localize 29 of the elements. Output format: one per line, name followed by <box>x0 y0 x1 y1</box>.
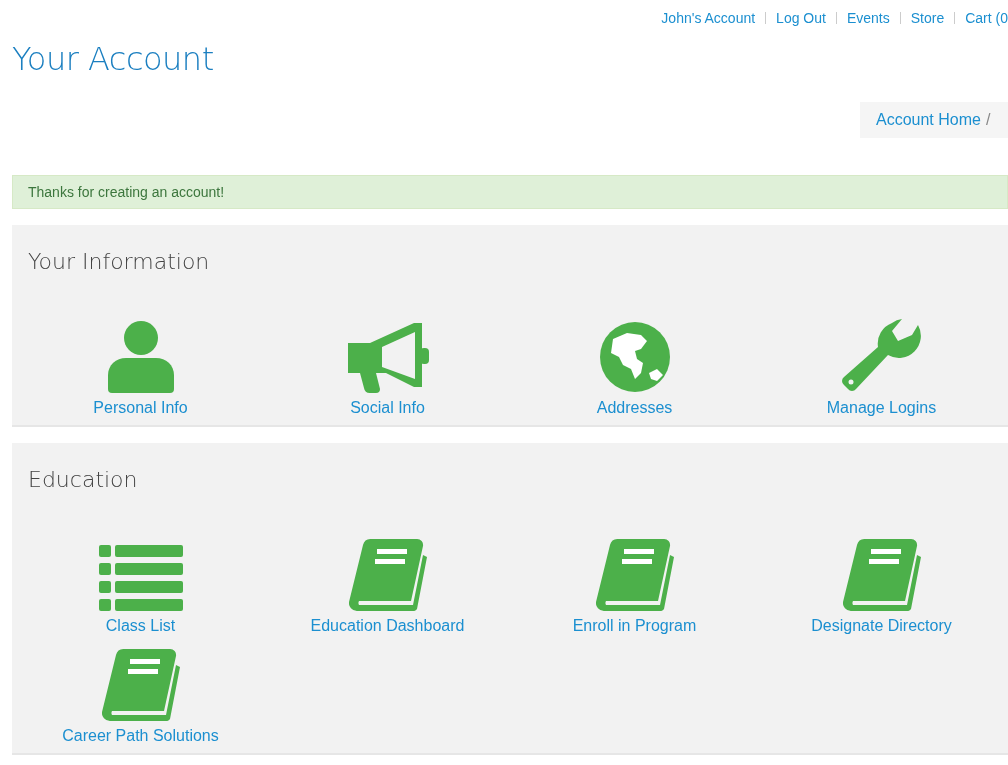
success-alert: Thanks for creating an account! <box>12 175 1008 209</box>
wrench-icon <box>841 317 922 393</box>
account-tile-link[interactable]: Education Dashboard <box>264 525 511 635</box>
person-icon <box>107 321 174 393</box>
account-tile-link[interactable]: Manage Logins <box>758 307 1005 417</box>
megaphone-icon <box>345 321 430 393</box>
account-tile-link[interactable]: Enroll in Program <box>511 525 758 635</box>
globe-icon <box>598 321 671 393</box>
top-nav-link[interactable]: Log Out <box>776 10 826 26</box>
top-nav-link[interactable]: Events <box>846 10 890 26</box>
account-tile-link[interactable]: Social Info <box>264 307 511 417</box>
account-tile-link[interactable]: Designate Directory <box>758 525 1005 635</box>
breadcrumb-link[interactable]: Account Home <box>876 111 981 129</box>
top-nav-link[interactable]: Cart (0 <box>965 10 1008 26</box>
account-tile-link[interactable]: Class List <box>17 525 264 635</box>
account-tile-link[interactable]: Personal Info <box>17 307 264 417</box>
page-title: Your Account <box>12 39 215 80</box>
section-heading: Your Information <box>28 248 211 276</box>
breadcrumb-separator: / <box>985 111 991 129</box>
book-icon <box>595 539 674 611</box>
top-nav-link[interactable]: Store <box>910 10 945 26</box>
account-tile-link[interactable]: Addresses <box>511 307 758 417</box>
book-icon <box>348 539 427 611</box>
book-icon <box>101 649 180 721</box>
list-icon <box>98 545 183 611</box>
section-heading: Education <box>28 466 139 494</box>
book-icon <box>842 539 921 611</box>
top-nav-link[interactable]: John's Account <box>661 10 756 26</box>
account-tile-link[interactable]: Career Path Solutions <box>17 635 264 745</box>
